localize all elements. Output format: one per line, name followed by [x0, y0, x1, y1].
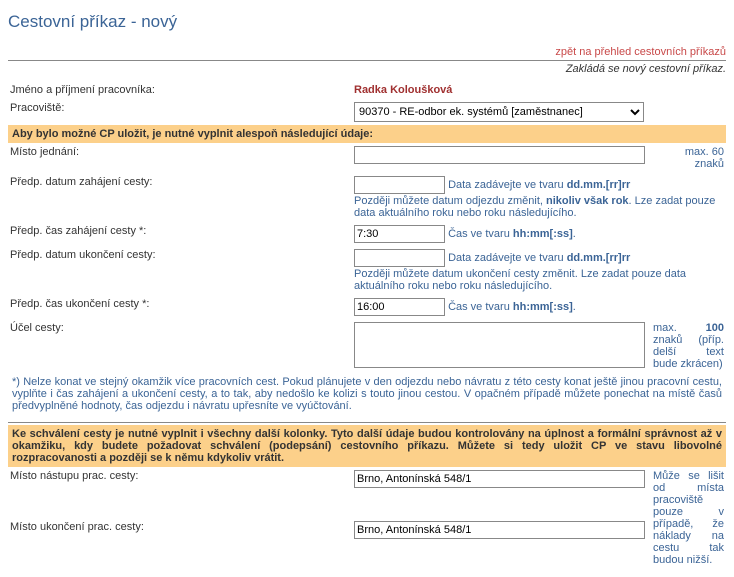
purpose-label: Účel cesty: — [8, 319, 352, 374]
start-date-label: Předp. datum zahájení cesty: — [8, 173, 352, 222]
end-date-input[interactable] — [354, 249, 445, 267]
purpose-textarea[interactable] — [354, 322, 645, 368]
end-date-label: Předp. datum ukončení cesty: — [8, 246, 352, 295]
end-time-input[interactable] — [354, 298, 445, 316]
places-hint: Může se lišit od místa pracoviště pouze … — [651, 467, 726, 569]
name-value: Radka Koloušková — [352, 81, 726, 99]
start-place-label: Místo nástupu prac. cesty: — [8, 467, 352, 518]
end-date-hint2: Později můžete datum ukončení cesty změn… — [354, 268, 724, 292]
workplace-select[interactable]: 90370 - RE-odbor ek. systémů [zaměstnane… — [354, 102, 644, 122]
divider — [8, 60, 726, 61]
start-place-input[interactable] — [354, 470, 645, 488]
purpose-hint: max. 100 znaků (příp. delší text bude zk… — [651, 319, 726, 374]
page-title: Cestovní příkaz - nový — [8, 12, 726, 32]
divider — [8, 422, 726, 423]
workplace-label: Pracoviště: — [8, 99, 352, 125]
start-date-input[interactable] — [354, 176, 445, 194]
start-date-hint: Data zadávejte ve tvaru dd.mm.[rr]rr — [448, 179, 630, 191]
place-hint: max. 60 znaků — [651, 143, 726, 173]
end-time-label: Předp. čas ukončení cesty *: — [8, 295, 352, 319]
end-place-input[interactable] — [354, 521, 645, 539]
approval-bar: Ke schválení cesty je nutné vyplnit i vš… — [8, 425, 726, 467]
subtitle: Zakládá se nový cestovní příkaz. — [8, 63, 726, 75]
place-input[interactable] — [354, 146, 645, 164]
end-date-hint: Data zadávejte ve tvaru dd.mm.[rr]rr — [448, 252, 630, 264]
start-time-hint: Čas ve tvaru hh:mm[:ss]. — [448, 228, 576, 240]
start-time-input[interactable] — [354, 225, 445, 243]
footnote: *) Nelze konat ve stejný okamžik více pr… — [8, 374, 726, 420]
start-time-label: Předp. čas zahájení cesty *: — [8, 222, 352, 246]
end-time-hint: Čas ve tvaru hh:mm[:ss]. — [448, 301, 576, 313]
name-label: Jméno a příjmení pracovníka: — [8, 81, 352, 99]
start-date-hint2: Později můžete datum odjezdu změnit, nik… — [354, 195, 724, 219]
back-link[interactable]: zpět na přehled cestovních příkazů — [555, 46, 726, 58]
end-place-label: Místo ukončení prac. cesty: — [8, 518, 352, 569]
place-label: Místo jednání: — [8, 143, 352, 173]
required-bar: Aby bylo možné CP uložit, je nutné vypln… — [8, 125, 726, 143]
